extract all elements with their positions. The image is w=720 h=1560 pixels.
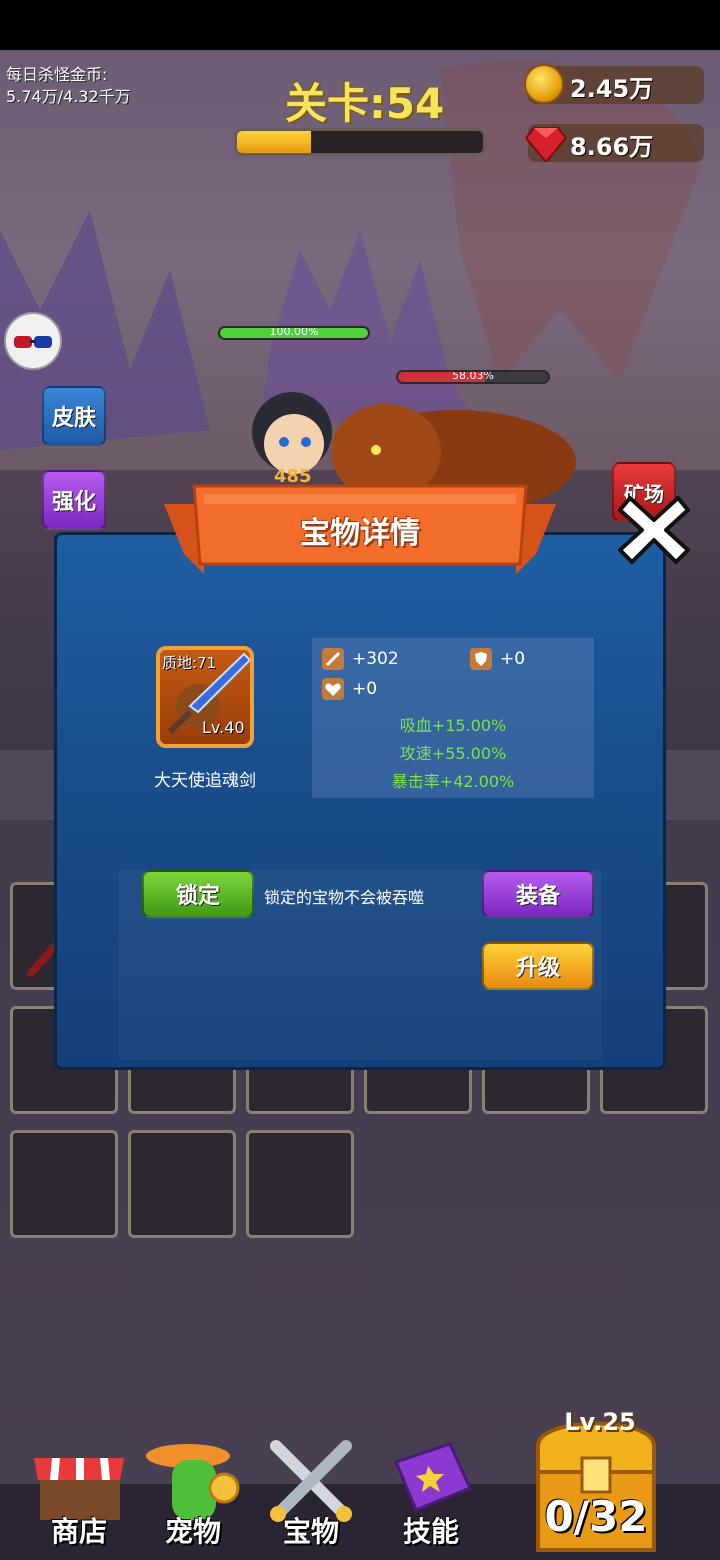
level-title: 关卡:54 bbox=[285, 79, 445, 128]
kill-gold-label: 每日杀怪金币: bbox=[6, 65, 108, 84]
bonus-attack-speed: 攻速+55.00% bbox=[399, 744, 507, 763]
status-bar bbox=[0, 0, 720, 50]
bonus-crit-rate: 暴击率+42.00% bbox=[391, 772, 515, 791]
equip-button[interactable]: 装备 bbox=[482, 870, 594, 918]
defense-value: +0 bbox=[500, 649, 526, 669]
treasure-slot[interactable] bbox=[246, 1130, 354, 1238]
skin-button[interactable]: 皮肤 bbox=[42, 386, 106, 446]
heart-icon bbox=[322, 678, 344, 700]
hero-character bbox=[252, 392, 332, 474]
enhance-button[interactable]: 强化 bbox=[42, 470, 106, 530]
item-level: Lv.40 bbox=[202, 718, 245, 737]
upgrade-button[interactable]: 升级 bbox=[482, 942, 594, 990]
hero-hp-bar: 100.00% bbox=[218, 326, 370, 340]
attack-stat: +302 bbox=[322, 648, 399, 670]
gem-icon bbox=[526, 127, 566, 162]
gold-value: 2.45万 bbox=[570, 75, 654, 103]
item-name: 大天使追魂剑 bbox=[154, 771, 256, 791]
level-progress-bar bbox=[234, 128, 486, 156]
level-progress-fill bbox=[237, 131, 311, 153]
nav-pet-label: 宠物 bbox=[164, 1515, 221, 1548]
gold-counter[interactable]: 2.45万 bbox=[524, 64, 704, 104]
gem-counter[interactable]: 8.66万 bbox=[526, 124, 704, 162]
nav-skill[interactable]: 技能 bbox=[376, 1436, 486, 1548]
treasure-slot[interactable] bbox=[128, 1130, 236, 1238]
glasses-icon bbox=[14, 336, 52, 348]
speed-toggle-button[interactable] bbox=[4, 312, 62, 370]
nav-pet[interactable]: 宠物 bbox=[138, 1436, 248, 1548]
shield-icon bbox=[470, 648, 492, 670]
nav-shop[interactable]: 商店 bbox=[24, 1436, 134, 1548]
chest-count: 0/32 bbox=[544, 1492, 648, 1541]
hero-hp-text: 100.00% bbox=[269, 326, 319, 338]
dialog-title: 宝物详情 bbox=[300, 516, 420, 551]
daily-kill-gold: 每日杀怪金币: 5.74万/4.32千万 bbox=[6, 64, 131, 108]
hp-value: +0 bbox=[352, 679, 378, 699]
attack-value: +302 bbox=[352, 649, 399, 669]
sword-icon bbox=[322, 648, 344, 670]
lock-button[interactable]: 锁定 bbox=[142, 870, 254, 918]
gem-value: 8.66万 bbox=[570, 133, 654, 161]
hp-stat: +0 bbox=[322, 678, 377, 700]
nav-skill-label: 技能 bbox=[402, 1515, 459, 1548]
bonus-lifesteal: 吸血+15.00% bbox=[399, 716, 507, 735]
lock-hint: 锁定的宝物不会被吞噬 bbox=[264, 888, 425, 907]
chest-level: Lv.25 bbox=[564, 1408, 636, 1436]
item-quality: 质地:71 bbox=[162, 654, 217, 672]
defense-stat: +0 bbox=[470, 648, 525, 670]
nav-shop-label: 商店 bbox=[50, 1515, 107, 1548]
kill-gold-value: 5.74万/4.32千万 bbox=[6, 87, 131, 106]
close-icon[interactable] bbox=[616, 492, 692, 568]
coin-icon bbox=[524, 64, 564, 104]
nav-treasure-label: 宝物 bbox=[282, 1515, 339, 1548]
nav-treasure[interactable]: 宝物 bbox=[256, 1436, 366, 1548]
treasure-slot[interactable] bbox=[10, 1130, 118, 1238]
